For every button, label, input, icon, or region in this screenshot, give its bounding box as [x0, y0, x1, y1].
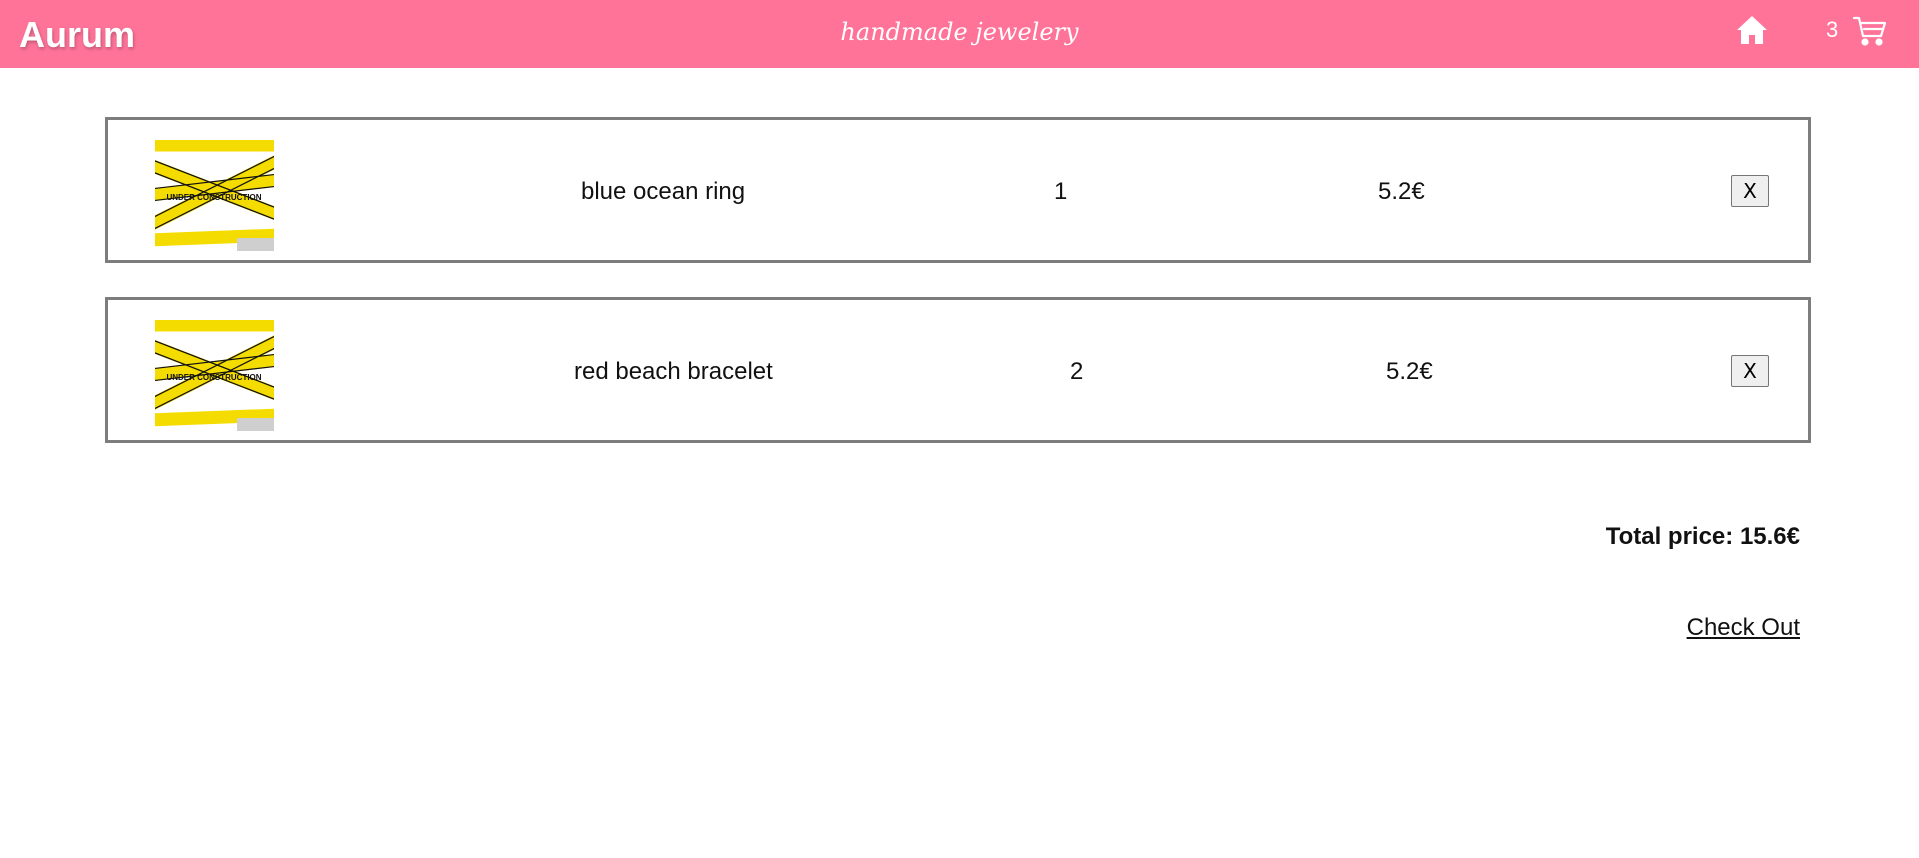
remove-item-button[interactable]: X	[1731, 355, 1769, 387]
image-caption: UNDER CONSTRUCTION	[166, 373, 261, 382]
checkout-link[interactable]: Check Out	[1687, 614, 1800, 642]
top-nav-bar: Aurum handmade jewelery 3	[0, 0, 1919, 68]
tagline: handmade jewelery	[840, 18, 1079, 46]
home-icon[interactable]	[1735, 13, 1769, 47]
item-quantity: 2	[1070, 358, 1084, 385]
item-name: blue ocean ring	[581, 178, 746, 205]
cart-item: UNDER CONSTRUCTION red beach bracelet 2 …	[105, 297, 1811, 443]
cart-item: UNDER CONSTRUCTION blue ocean ring 1 5.2…	[105, 117, 1811, 263]
item-name: red beach bracelet	[574, 358, 773, 385]
item-price: 5.2€	[1386, 358, 1433, 385]
shopping-cart-icon	[1852, 14, 1888, 48]
total-price: Total price: 15.6€	[1605, 523, 1800, 550]
product-image: UNDER CONSTRUCTION	[155, 320, 274, 431]
cart-count-badge: 3	[1826, 17, 1839, 42]
item-price: 5.2€	[1378, 178, 1425, 205]
image-caption: UNDER CONSTRUCTION	[166, 193, 261, 202]
product-image: UNDER CONSTRUCTION	[155, 140, 274, 251]
item-quantity: 1	[1054, 178, 1068, 205]
remove-item-button[interactable]: X	[1731, 175, 1769, 207]
